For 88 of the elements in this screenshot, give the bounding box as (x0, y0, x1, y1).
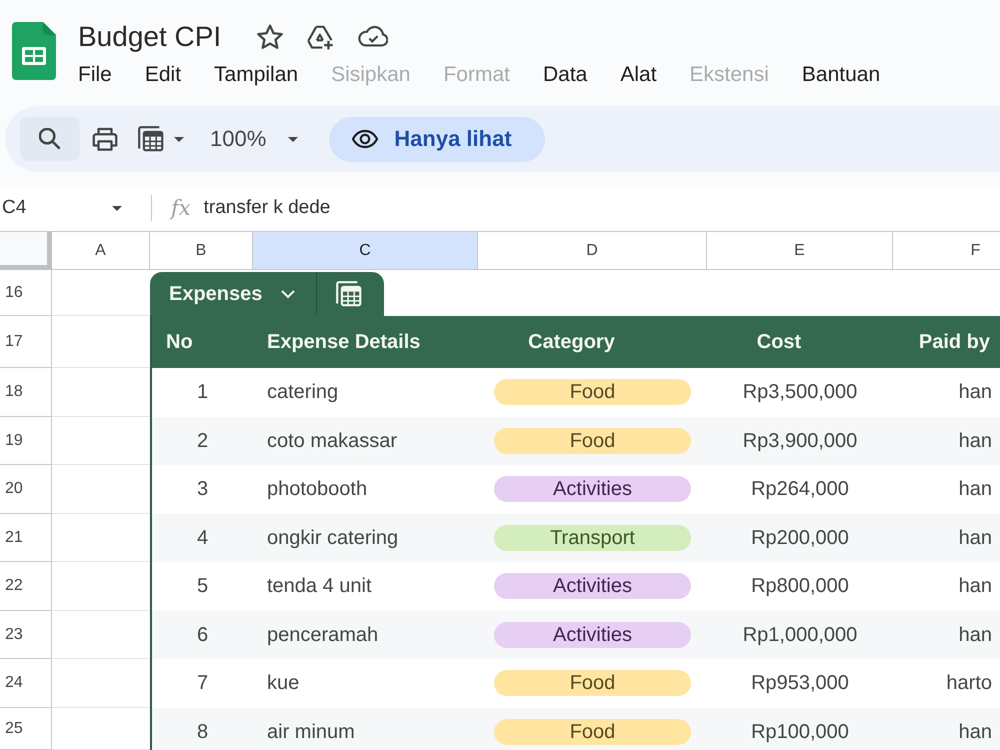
table-cell: catering (267, 380, 338, 404)
table-name-button[interactable]: Expenses (169, 272, 296, 316)
spreadsheet-icon[interactable] (12, 22, 56, 80)
star-icon[interactable] (257, 24, 284, 50)
column-header[interactable]: B (150, 231, 253, 270)
caret-icon[interactable] (288, 136, 298, 142)
column-heading[interactable]: No (166, 330, 193, 354)
row-header[interactable]: 24 (0, 659, 52, 708)
column-header[interactable]: C (253, 231, 478, 270)
category-tag[interactable]: Transport (494, 525, 691, 551)
print-icon[interactable] (92, 127, 118, 151)
table-cell: han (958, 623, 992, 647)
table-cell: Rp3,900,000 (742, 429, 858, 453)
column-header[interactable]: A (52, 231, 150, 270)
table-cell: 8 (196, 720, 208, 744)
caret-icon[interactable] (112, 206, 122, 210)
row-header[interactable]: 25 (0, 708, 52, 750)
menu-item[interactable]: Tampilan (214, 61, 298, 89)
menu-item[interactable]: Edit (144, 61, 182, 89)
table-cell: photobooth (267, 477, 368, 501)
table-cell: ongkir catering (267, 526, 398, 550)
table-cell: kue (267, 671, 300, 695)
category-tag[interactable]: Activities (494, 622, 691, 648)
table-icon[interactable] (336, 281, 362, 307)
table-cell: Rp1,000,000 (742, 623, 858, 647)
table-cell: harto (946, 671, 992, 695)
menu-item[interactable]: Data (542, 61, 588, 89)
column-header[interactable]: F (893, 231, 1000, 270)
table-cell: 6 (196, 623, 208, 647)
table-cell: air minum (267, 720, 355, 744)
table-cell: han (958, 720, 992, 744)
view-only-button[interactable]: Hanya lihat (329, 116, 545, 162)
table-cell: 2 (196, 429, 208, 453)
category-tag[interactable]: Food (494, 379, 691, 405)
category-tag[interactable]: Activities (494, 573, 691, 599)
menu-item[interactable]: Bantuan (802, 61, 880, 89)
caret-icon[interactable] (174, 136, 184, 142)
zoom-select[interactable]: 100% (210, 126, 298, 152)
table-cell: 5 (196, 574, 208, 598)
table-cell: Rp264,000 (751, 477, 849, 501)
category-tag[interactable]: Food (494, 670, 691, 696)
menu-item[interactable]: File (78, 61, 112, 89)
table-cell: han (958, 526, 992, 550)
row-header[interactable]: 19 (0, 417, 52, 465)
table-icon[interactable] (138, 126, 164, 152)
column-heading[interactable]: Category (528, 330, 615, 354)
table-cell: Rp100,000 (751, 720, 849, 744)
table-cell: penceramah (267, 623, 378, 647)
fx-label: fx (171, 196, 191, 220)
category-tag[interactable]: Food (494, 428, 691, 454)
row-header[interactable]: 17 (0, 316, 52, 368)
row-header[interactable]: 22 (0, 562, 52, 611)
category-tag[interactable]: Food (494, 719, 691, 745)
table-cell: 3 (196, 477, 208, 501)
search-button[interactable] (20, 117, 80, 161)
column-heading[interactable]: Expense Details (267, 330, 420, 354)
row-header[interactable]: 18 (0, 368, 52, 417)
table-cell: Rp3,500,000 (742, 380, 858, 404)
table-cell: 1 (196, 380, 208, 404)
table-cell: han (958, 380, 992, 404)
row-header[interactable]: 23 (0, 611, 52, 659)
chevron-down-icon (280, 289, 296, 299)
category-tag[interactable]: Activities (494, 476, 691, 502)
table-cell: coto makassar (267, 429, 398, 453)
column-header[interactable]: D (478, 231, 707, 270)
column-heading[interactable]: Cost (756, 330, 802, 354)
table-cell: han (958, 574, 992, 598)
table-cell: Rp800,000 (751, 574, 849, 598)
search-icon (39, 128, 61, 150)
column-heading[interactable]: Paid by (918, 330, 990, 354)
table-cell: han (958, 477, 992, 501)
column-header[interactable]: E (707, 231, 893, 270)
document-title[interactable]: Budget CPI (78, 19, 222, 55)
formula-field[interactable]: transfer k dede (204, 190, 1000, 226)
cloud-check-icon[interactable] (358, 25, 388, 49)
eye-icon (351, 129, 380, 149)
table-cell: 4 (196, 526, 208, 550)
row-header[interactable]: 21 (0, 514, 52, 562)
name-box[interactable]: C4 (0, 190, 140, 226)
row-header[interactable]: 20 (0, 465, 52, 514)
triangle-plus-icon[interactable] (307, 24, 334, 50)
table-cell: Rp200,000 (751, 526, 849, 550)
table-cell: 7 (196, 671, 208, 695)
table-cell: tenda 4 unit (267, 574, 372, 598)
table-cell: Rp953,000 (751, 671, 849, 695)
table-cell: han (958, 429, 992, 453)
menu-item[interactable]: Alat (620, 61, 657, 89)
row-header[interactable]: 16 (0, 270, 52, 316)
